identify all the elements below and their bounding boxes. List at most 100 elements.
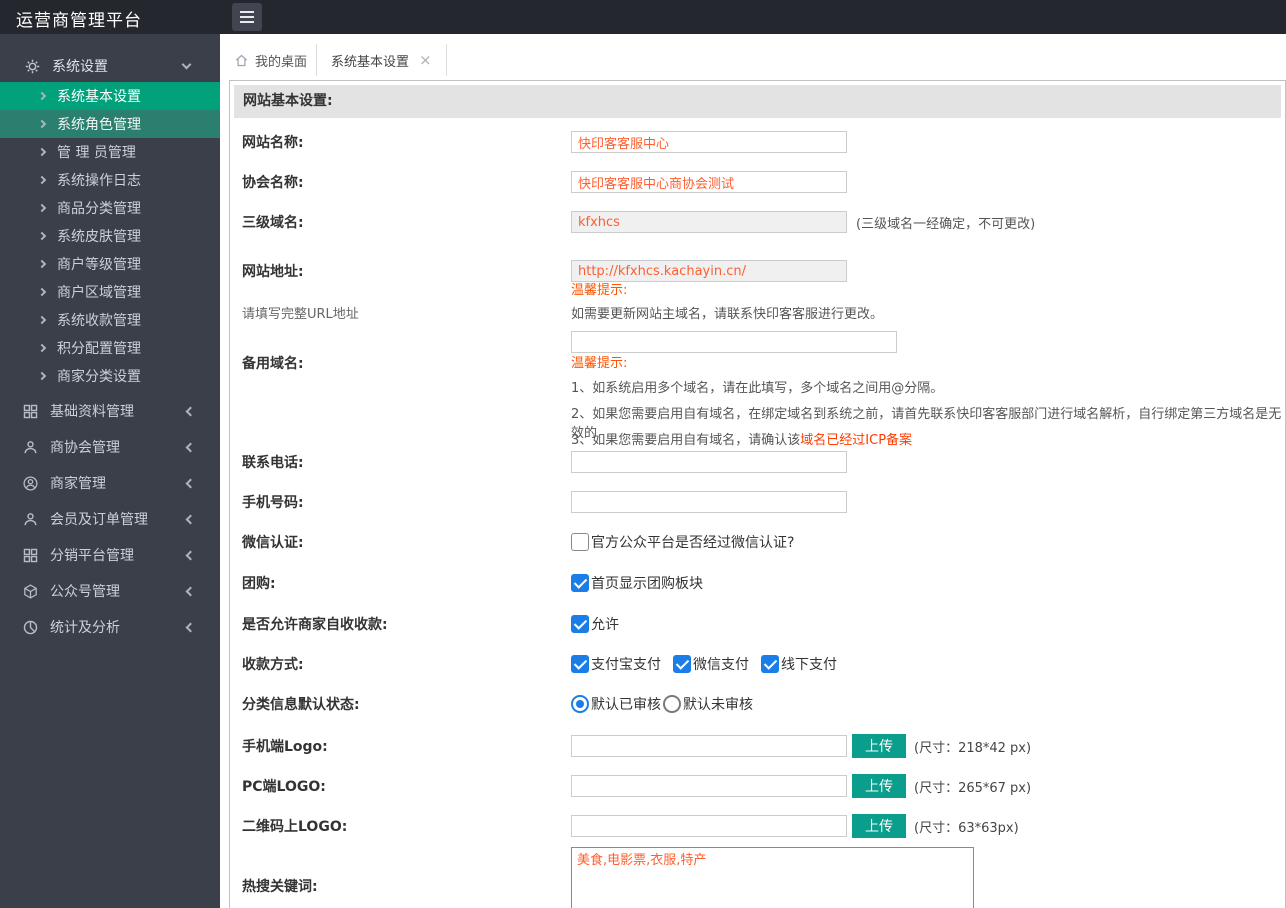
- field-label: 网站名称:: [242, 135, 304, 151]
- submenu-label: 商户区域管理: [57, 285, 141, 301]
- form-row-qr-logo: 二维码上LOGO: 上传 (尺寸：63*63px): [242, 814, 1279, 838]
- groupbuy-checkbox[interactable]: [571, 574, 589, 592]
- arrow-right-icon: [37, 203, 47, 213]
- pc-logo-size-note: (尺寸：265*67 px): [914, 780, 1032, 796]
- wechat-auth-checkbox[interactable]: [571, 533, 589, 551]
- app-title: 运营商管理平台: [16, 11, 142, 31]
- pc-logo-input[interactable]: [571, 775, 847, 797]
- person-icon: [22, 439, 39, 456]
- site-name-input[interactable]: [571, 131, 847, 153]
- form-row-assoc-name: 协会名称:: [242, 170, 1279, 194]
- pc-logo-upload-button[interactable]: 上传: [852, 774, 906, 798]
- sidebar-item-association-mgmt[interactable]: 商协会管理: [0, 429, 220, 465]
- unapproved-radio[interactable]: [663, 695, 681, 713]
- grid-icon: [22, 403, 39, 420]
- sidebar-item-merchant-category[interactable]: 商家分类设置: [0, 362, 220, 390]
- sidebar-item-system-role-management[interactable]: 系统角色管理: [0, 110, 220, 138]
- backup-domain-tip-title: 温馨提示:: [571, 356, 628, 371]
- checkbox-label: 官方公众平台是否经过微信认证?: [591, 535, 795, 551]
- site-url-sublabel: 请填写完整URL地址: [242, 307, 359, 322]
- submenu-label: 系统操作日志: [57, 173, 141, 189]
- mobile-logo-input[interactable]: [571, 735, 847, 757]
- chevron-left-icon: [185, 442, 196, 452]
- self-collect-checkbox[interactable]: [571, 615, 589, 633]
- field-label: 团购:: [242, 576, 276, 592]
- top-header: 运营商管理平台: [0, 0, 1286, 34]
- qr-logo-input[interactable]: [571, 815, 847, 837]
- wechatpay-checkbox[interactable]: [673, 655, 691, 673]
- field-label: PC端LOGO:: [242, 779, 326, 795]
- mobile-logo-size-note: (尺寸：218*42 px): [914, 740, 1032, 756]
- sidebar-item-points-config[interactable]: 积分配置管理: [0, 334, 220, 362]
- sidebar-root-label: 系统设置: [52, 59, 108, 75]
- sidebar-item-basic-data[interactable]: 基础资料管理: [0, 393, 220, 429]
- cube-icon: [22, 583, 39, 600]
- sidebar-item-admin-management[interactable]: 管 理 员管理: [0, 138, 220, 166]
- submenu-label: 系统收款管理: [57, 313, 141, 329]
- close-icon[interactable]: ×: [419, 52, 432, 68]
- arrow-right-icon: [37, 287, 47, 297]
- group-label: 分销平台管理: [50, 548, 134, 564]
- sidebar-item-product-category[interactable]: 商品分类管理: [0, 194, 220, 222]
- home-icon: [234, 53, 249, 68]
- tab-my-desktop[interactable]: 我的桌面: [220, 44, 324, 76]
- chevron-down-icon: [181, 59, 192, 69]
- sidebar-item-system-basic-settings[interactable]: 系统基本设置: [0, 82, 220, 110]
- submenu-label: 积分配置管理: [57, 341, 141, 357]
- tab-label: 系统基本设置: [331, 54, 410, 70]
- mobile-logo-upload-button[interactable]: 上传: [852, 734, 906, 758]
- checkbox-label: 支付宝支付: [591, 657, 661, 673]
- sidebar-item-official-account-mgmt[interactable]: 公众号管理: [0, 573, 220, 609]
- arrow-right-icon: [37, 371, 47, 381]
- submenu-label: 商户等级管理: [57, 257, 141, 273]
- checkbox-label: 微信支付: [693, 657, 749, 673]
- field-label: 手机号码:: [242, 495, 304, 511]
- sidebar-item-merchant-region[interactable]: 商户区域管理: [0, 278, 220, 306]
- field-label: 联系电话:: [242, 455, 304, 471]
- approved-radio[interactable]: [571, 695, 589, 713]
- form-row-default-status: 分类信息默认状态: 默认已审核 默认未审核: [242, 692, 1279, 716]
- chevron-left-icon: [185, 478, 196, 488]
- group-label: 基础资料管理: [50, 404, 134, 420]
- arrow-right-icon: [37, 175, 47, 185]
- form-row-pc-logo: PC端LOGO: 上传 (尺寸：265*67 px): [242, 774, 1279, 798]
- hot-keywords-textarea[interactable]: 美食,电影票,衣服,特产: [571, 847, 974, 908]
- group-label: 商家管理: [50, 476, 106, 492]
- field-label: 微信认证:: [242, 535, 304, 551]
- backup-domain-input[interactable]: [571, 331, 897, 353]
- qr-logo-upload-button[interactable]: 上传: [852, 814, 906, 838]
- tab-system-basic-settings[interactable]: 系统基本设置 ×: [316, 44, 447, 76]
- sidebar-item-distribution-platform[interactable]: 分销平台管理: [0, 537, 220, 573]
- submenu-label: 系统角色管理: [57, 117, 141, 133]
- sidebar-item-merchant-mgmt[interactable]: 商家管理: [0, 465, 220, 501]
- hamburger-menu-icon[interactable]: [232, 3, 262, 31]
- arrow-right-icon: [37, 147, 47, 157]
- alipay-checkbox[interactable]: [571, 655, 589, 673]
- content-panel: 网站基本设置: 网站名称: 协会名称: 三级域名: (三级域名一经确定，不可更改…: [229, 80, 1286, 908]
- sidebar-item-system-payment[interactable]: 系统收款管理: [0, 306, 220, 334]
- form-row-wechat-auth: 微信认证: 官方公众平台是否经过微信认证?: [242, 530, 1279, 554]
- sidebar-item-system-skin[interactable]: 系统皮肤管理: [0, 222, 220, 250]
- sidebar-groups: 基础资料管理 商协会管理 商家管理 会员及订单管理 分销平台管理 公众号管理 统…: [0, 393, 220, 645]
- offline-pay-checkbox[interactable]: [761, 655, 779, 673]
- field-label: 备用域名:: [242, 356, 304, 372]
- subdomain-input[interactable]: [571, 211, 847, 233]
- field-label: 热搜关键词:: [242, 879, 318, 895]
- sidebar-item-statistics-analysis[interactable]: 统计及分析: [0, 609, 220, 645]
- sidebar-item-merchant-level[interactable]: 商户等级管理: [0, 250, 220, 278]
- sidebar-item-system-operation-log[interactable]: 系统操作日志: [0, 166, 220, 194]
- field-label: 是否允许商家自收收款:: [242, 617, 388, 633]
- sidebar-item-member-order-mgmt[interactable]: 会员及订单管理: [0, 501, 220, 537]
- field-label: 网站地址:: [242, 264, 304, 280]
- submenu-label: 商家分类设置: [57, 369, 141, 385]
- chevron-left-icon: [185, 550, 196, 560]
- pie-icon: [22, 619, 39, 636]
- field-label: 协会名称:: [242, 175, 304, 191]
- assoc-name-input[interactable]: [571, 171, 847, 193]
- mobile-input[interactable]: [571, 491, 847, 513]
- sidebar-item-system-settings[interactable]: 系统设置: [0, 50, 220, 82]
- checkbox-label: 允许: [591, 617, 619, 633]
- group-label: 商协会管理: [50, 440, 120, 456]
- sidebar-submenu: 系统基本设置 系统角色管理 管 理 员管理 系统操作日志 商品分类管理 系统皮肤…: [0, 82, 220, 390]
- phone-input[interactable]: [571, 451, 847, 473]
